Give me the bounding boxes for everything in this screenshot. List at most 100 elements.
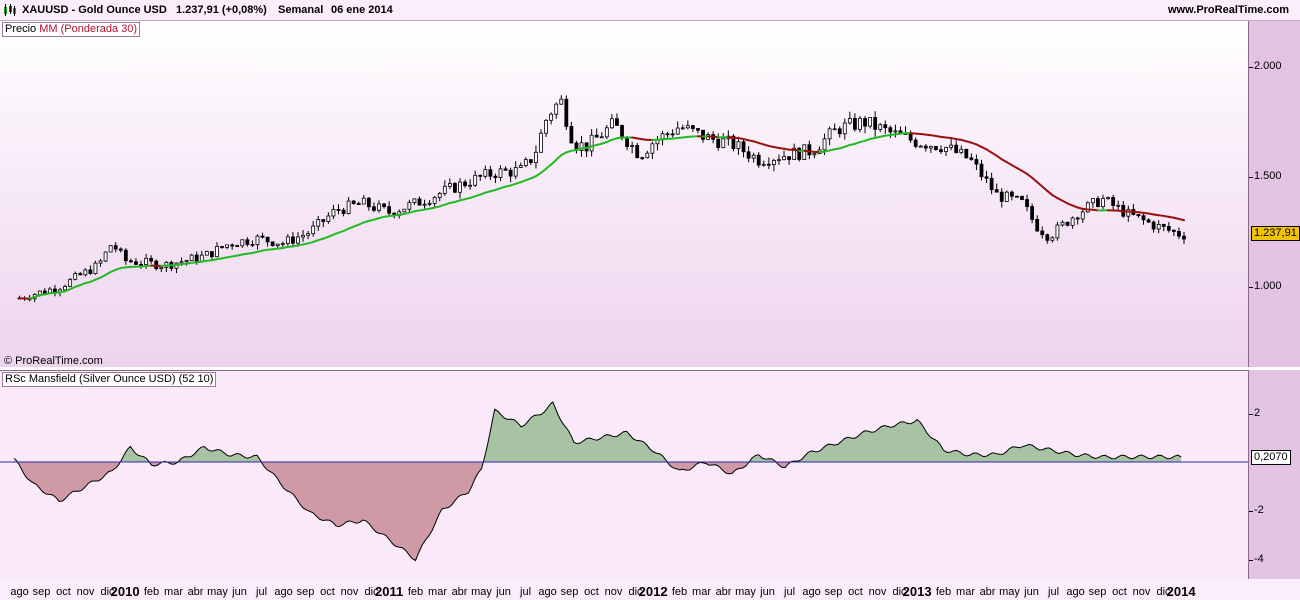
- candle: [1111, 197, 1116, 206]
- price-y-axis[interactable]: [1249, 21, 1300, 367]
- candle: [782, 156, 786, 161]
- time-axis-label: may: [471, 586, 492, 598]
- candle: [336, 209, 341, 211]
- candle: [640, 157, 645, 160]
- time-axis-label: jul: [256, 586, 268, 598]
- time-axis-label: feb: [407, 586, 424, 598]
- candle: [645, 152, 650, 159]
- candle: [751, 154, 756, 159]
- candle: [979, 163, 984, 178]
- candle: [761, 163, 766, 166]
- candle: [225, 244, 230, 248]
- candle: [721, 138, 726, 148]
- candle: [589, 134, 594, 152]
- candle: [387, 206, 392, 214]
- candle: [301, 234, 305, 238]
- site-link[interactable]: www.ProRealTime.com: [1168, 4, 1289, 16]
- rsc-y-tick-minus2: -2: [1254, 504, 1264, 516]
- time-axis-label: jul: [520, 586, 532, 598]
- last-rsc-badge: 0,2070: [1251, 450, 1291, 465]
- rsc-legend[interactable]: RSc Mansfield (Silver Ounce USD) (52 10): [2, 372, 217, 387]
- candle: [356, 203, 361, 205]
- candle: [42, 290, 47, 294]
- candle: [777, 159, 781, 162]
- candle: [670, 133, 675, 136]
- candle: [949, 144, 954, 148]
- price-panel[interactable]: Precio MM (Ponderada 30) © ProRealTime.c…: [0, 21, 1249, 367]
- candle: [442, 185, 447, 194]
- y-tick-2000: 2.000: [1254, 60, 1282, 72]
- time-axis-label: jun: [760, 586, 775, 598]
- candle: [230, 244, 235, 247]
- last-price-badge: 1.237,91: [1251, 226, 1300, 241]
- candle: [194, 254, 199, 262]
- candle: [1146, 219, 1151, 223]
- candle: [888, 127, 893, 133]
- time-axis-label: ago: [10, 586, 29, 598]
- candle: [296, 236, 300, 244]
- candle: [1025, 199, 1029, 207]
- candle: [1065, 221, 1070, 226]
- time-axis-label: may: [999, 586, 1020, 598]
- candle: [351, 200, 356, 204]
- candle: [609, 118, 614, 129]
- candle: [346, 200, 351, 214]
- time-axis-label: jun: [1024, 586, 1039, 598]
- price-legend[interactable]: Precio MM (Ponderada 30): [2, 22, 141, 37]
- candle: [974, 159, 979, 165]
- time-axis-label: sep: [560, 586, 579, 598]
- time-axis-label: abr: [979, 586, 996, 598]
- time-axis-label: feb: [671, 586, 688, 598]
- candle: [503, 168, 508, 171]
- y-tick-mark: [1249, 67, 1253, 68]
- time-axis[interactable]: ago sep oct nov dic 2010 feb mar abr may jun jul ago…: [0, 579, 1300, 600]
- candle: [675, 127, 680, 135]
- candle: [736, 141, 741, 149]
- time-axis-label: oct: [584, 586, 599, 598]
- candle: [331, 209, 336, 217]
- candle: [478, 174, 483, 177]
- candle: [473, 174, 478, 186]
- candle: [88, 269, 93, 275]
- candle: [215, 246, 219, 258]
- time-axis-label: nov: [1132, 586, 1151, 598]
- candle: [756, 154, 761, 166]
- candle: [235, 245, 240, 248]
- candle: [1096, 198, 1100, 207]
- candle: [1141, 215, 1146, 221]
- time-axis-label: oct: [320, 586, 335, 598]
- candle: [265, 236, 270, 243]
- candle: [1136, 214, 1141, 217]
- candle: [220, 246, 224, 248]
- candle: [665, 133, 670, 136]
- candle: [123, 249, 128, 262]
- candle: [513, 167, 518, 177]
- candle: [812, 153, 817, 156]
- rsc-panel[interactable]: RSc Mansfield (Silver Ounce USD) (52 10): [0, 370, 1249, 580]
- time-axis-label: jul: [784, 586, 796, 598]
- candle: [913, 139, 918, 147]
- time-axis-label: mar: [164, 586, 183, 598]
- candlestick-icon: [4, 4, 16, 16]
- rsc-y-axis[interactable]: [1249, 370, 1300, 579]
- rsc-chart: [0, 401, 1248, 562]
- candle: [493, 175, 498, 178]
- candle: [1055, 224, 1060, 239]
- candle: [1166, 226, 1171, 231]
- candle: [523, 159, 528, 166]
- candle: [766, 163, 771, 166]
- candle: [928, 146, 933, 149]
- candle: [372, 206, 376, 211]
- candle: [842, 122, 847, 135]
- time-axis-label: 2012: [638, 584, 668, 599]
- candle: [994, 189, 999, 193]
- candle: [432, 196, 437, 204]
- time-axis-label: 2014: [1166, 584, 1196, 599]
- candle: [326, 215, 331, 222]
- candle: [453, 183, 457, 193]
- candle: [1035, 219, 1040, 232]
- y-tick-mark: [1249, 511, 1253, 512]
- candle: [1101, 198, 1105, 207]
- candle: [255, 235, 260, 246]
- symbol-title: XAUUSD - Gold Ounce USD: [22, 4, 167, 16]
